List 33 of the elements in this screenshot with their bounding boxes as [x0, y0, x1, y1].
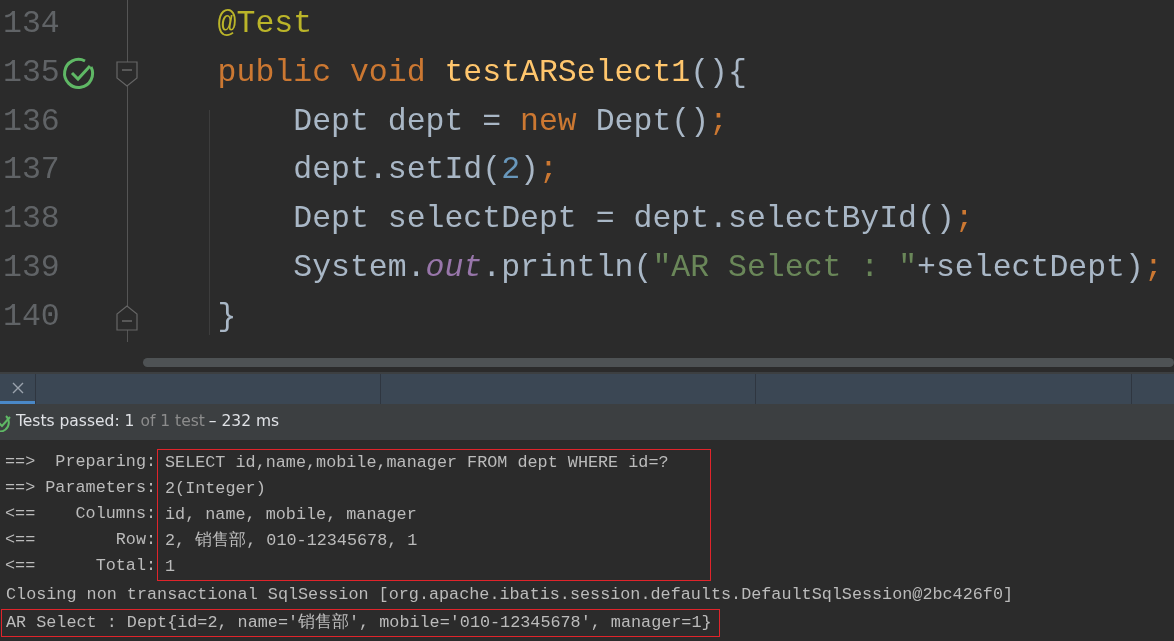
horizontal-scrollbar[interactable]	[143, 358, 1174, 367]
test-count: Tests passed: 1	[16, 411, 135, 433]
log-value: 1	[165, 556, 177, 578]
code-line: Dept dept = new Dept();	[292, 102, 728, 141]
close-icon[interactable]	[11, 381, 24, 394]
code-line: }	[216, 297, 237, 336]
line-number: 139	[2, 249, 61, 287]
line-number: 137	[2, 151, 61, 190]
log-prefix: ==> Parameters:	[5, 477, 157, 499]
fold-marker-icon[interactable]	[116, 304, 138, 331]
log-value: 2, 销售部, 010-12345678, 1	[165, 530, 419, 552]
console-line: Closing non transactional SqlSession [org.apache.ibatis.session.defaults.DefaultSqlSession@2bc426f0]	[5, 584, 1015, 606]
line-number: 135	[2, 53, 61, 92]
log-value: 2(Integer)	[165, 478, 267, 500]
test-passed-icon[interactable]	[62, 56, 96, 91]
line-number: 140	[2, 297, 61, 336]
log-value: id, name, mobile, manager	[165, 504, 418, 526]
line-number: 134	[2, 5, 61, 43]
test-total: of 1 test	[140, 411, 205, 433]
test-duration: – 232 ms	[208, 411, 280, 433]
code-line: dept.setId(2);	[292, 151, 558, 190]
log-value: SELECT id,name,mobile,manager FROM dept WHERE id=?	[165, 452, 670, 474]
log-prefix: <== Columns:	[5, 503, 157, 525]
line-number: 136	[2, 102, 61, 141]
fold-marker-icon[interactable]	[116, 60, 138, 87]
line-number: 138	[2, 200, 61, 239]
code-line: System.out.println("AR Select : "+selectDept);	[292, 249, 1163, 287]
code-line: Dept selectDept = dept.selectById();	[292, 200, 974, 239]
log-prefix: <== Total:	[5, 555, 157, 577]
code-line: @Test	[216, 5, 313, 43]
log-prefix: ==> Preparing:	[5, 451, 157, 473]
log-prefix: <== Row:	[5, 529, 157, 551]
code-line: public void testARSelect1(){	[216, 53, 747, 92]
